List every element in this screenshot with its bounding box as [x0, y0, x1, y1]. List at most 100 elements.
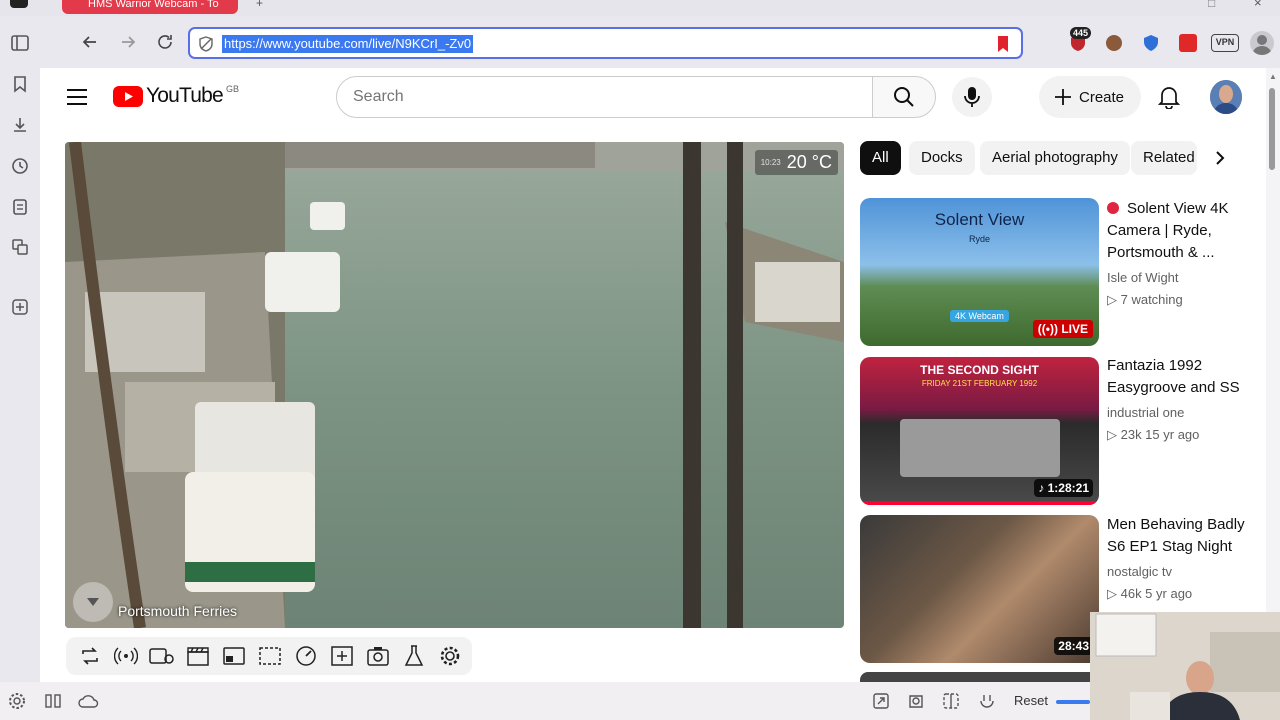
cookie-extension-icon[interactable] — [1106, 35, 1122, 51]
camera-status-icon[interactable] — [907, 692, 925, 715]
channel-name-2[interactable]: industrial one — [1107, 405, 1184, 420]
chip-related[interactable]: Related — [1131, 141, 1197, 175]
dashed-frame-icon — [259, 647, 281, 665]
restore-window-icon[interactable]: □ — [1208, 0, 1215, 9]
status-settings-icon[interactable] — [8, 692, 26, 715]
zoom-button[interactable] — [328, 642, 356, 670]
search-box[interactable] — [336, 76, 873, 118]
microphone-icon — [964, 87, 980, 107]
live-dot-icon — [1107, 202, 1119, 214]
browser-sidebar — [0, 16, 40, 720]
notes-icon[interactable] — [9, 198, 31, 220]
video-meta-1: ▷ 7 watching — [1107, 292, 1183, 308]
bookmark-page-icon[interactable] — [996, 35, 1010, 58]
url-text[interactable]: https://www.youtube.com/live/N9KCrI_-Zv0 — [222, 35, 474, 53]
voice-search-button[interactable] — [952, 77, 992, 117]
youtube-logo[interactable]: YouTube GB — [113, 84, 239, 108]
tiling-icon[interactable] — [942, 692, 960, 715]
experiments-button[interactable] — [400, 642, 428, 670]
new-tab-icon[interactable]: + — [256, 0, 263, 9]
reload-icon — [158, 35, 172, 49]
chips-next-button[interactable] — [1200, 138, 1240, 178]
webcam-feed — [1090, 612, 1280, 720]
translate-icon[interactable] — [9, 238, 31, 260]
loop-button[interactable] — [76, 642, 104, 670]
video-player[interactable]: 10:23 20 °C Portsmouth Ferries — [65, 142, 844, 628]
zoom-slider[interactable] — [1056, 700, 1090, 704]
video-thumbnail-2[interactable]: THE SECOND SIGHT FRIDAY 21ST FEBRUARY 19… — [860, 357, 1099, 505]
pen-extension-icon[interactable] — [1179, 34, 1197, 52]
address-bar[interactable]: https://www.youtube.com/live/N9KCrI_-Zv0 — [188, 27, 1023, 59]
app-logo — [10, 0, 28, 8]
zoom-reset-button[interactable]: Reset — [1014, 693, 1048, 708]
cinema-mode-button[interactable] — [184, 642, 212, 670]
capture-icon[interactable] — [872, 692, 890, 715]
views-icon: ▷ — [1107, 427, 1121, 442]
reload-button[interactable] — [151, 28, 179, 56]
scroll-up-icon[interactable]: ▲ — [1269, 72, 1277, 81]
create-button[interactable]: Create — [1039, 76, 1141, 118]
cloud-sync-icon[interactable] — [78, 692, 100, 715]
search-icon — [894, 87, 914, 107]
panel-toggle-icon[interactable] — [45, 693, 61, 714]
video-thumbnail-1[interactable]: Solent View Ryde 4K Webcam ((•)) LIVE — [860, 198, 1099, 346]
video-title-1-line3: Portsmouth & ... — [1107, 244, 1215, 261]
vpn-button[interactable]: VPN — [1211, 34, 1239, 52]
pip-button[interactable] — [220, 642, 248, 670]
webcam-video-frame — [65, 142, 844, 628]
settings-button[interactable] — [436, 642, 464, 670]
thumb-title-2: THE SECOND SIGHT — [920, 363, 1039, 377]
expand-icon — [331, 646, 353, 666]
downloads-icon[interactable] — [9, 116, 31, 138]
sidebar-panel-icon[interactable] — [9, 33, 31, 55]
chip-docks[interactable]: Docks — [909, 141, 975, 175]
bookmarks-icon[interactable] — [9, 75, 31, 97]
channel-name-1[interactable]: Isle of Wight — [1107, 270, 1179, 285]
profile-avatar-icon[interactable] — [1250, 31, 1274, 55]
page-scrollbar[interactable]: ▲ — [1266, 68, 1280, 682]
adblock-extension-icon[interactable]: 445 — [1068, 27, 1092, 53]
video-title-3[interactable]: Men Behaving Badly S6 EP1 Stag Night — [1107, 514, 1247, 558]
screenshot-video-button[interactable] — [148, 642, 176, 670]
chip-all[interactable]: All — [860, 141, 901, 175]
speed-button[interactable] — [292, 642, 320, 670]
watching-icon: ▷ — [1107, 292, 1121, 307]
weather-overlay: 10:23 20 °C — [754, 150, 838, 175]
video-thumbnail-4[interactable] — [860, 672, 1099, 682]
add-panel-icon[interactable] — [9, 298, 31, 320]
broadcast-icon — [114, 647, 138, 665]
video-meta-1-text: 7 watching — [1120, 292, 1183, 307]
crop-button[interactable] — [256, 642, 284, 670]
history-icon[interactable] — [9, 157, 31, 179]
video-thumbnail-3[interactable]: 28:43 — [860, 515, 1099, 663]
notifications-button[interactable] — [1157, 85, 1181, 114]
channel-name-3[interactable]: nostalgic tv — [1107, 564, 1172, 579]
guide-menu-button[interactable] — [66, 88, 88, 111]
loop-icon — [82, 647, 98, 665]
account-avatar[interactable] — [1210, 80, 1242, 114]
audio-button[interactable] — [112, 642, 140, 670]
video-title-2[interactable]: Fantazia 1992 Easygroove and SS — [1107, 355, 1247, 399]
shield-extension-icon[interactable] — [1142, 34, 1160, 57]
video-title-1[interactable]: Solent View 4K Camera | Ryde, Portsmouth… — [1107, 198, 1247, 264]
video-meta-3-text: 46k 5 yr ago — [1120, 586, 1193, 601]
arrow-left-icon — [82, 36, 96, 48]
active-tab[interactable]: HMS Warrior Webcam - To — [62, 0, 238, 14]
live-icon: ((•)) — [1037, 322, 1062, 336]
back-button[interactable] — [76, 28, 104, 56]
video-title-2-line2: Easygroove and SS — [1107, 379, 1240, 396]
page-actions-icon[interactable] — [978, 692, 996, 715]
snapshot-button[interactable] — [364, 642, 392, 670]
thumb-tag-1: 4K Webcam — [950, 310, 1009, 322]
camera-direction-button[interactable] — [73, 582, 113, 622]
search-input[interactable] — [353, 77, 833, 117]
scrollbar-thumb[interactable] — [1269, 88, 1275, 170]
chip-aerial-photography[interactable]: Aerial photography — [980, 141, 1130, 175]
search-button[interactable] — [872, 76, 936, 118]
close-window-icon[interactable]: × — [1254, 0, 1262, 9]
location-caption: Portsmouth Ferries — [118, 603, 238, 619]
duration-badge-2: ♪ 1:28:21 — [1034, 479, 1093, 497]
webcam-overlay[interactable] — [1090, 612, 1280, 720]
site-security-icon[interactable] — [198, 36, 214, 57]
forward-button[interactable] — [114, 28, 142, 56]
